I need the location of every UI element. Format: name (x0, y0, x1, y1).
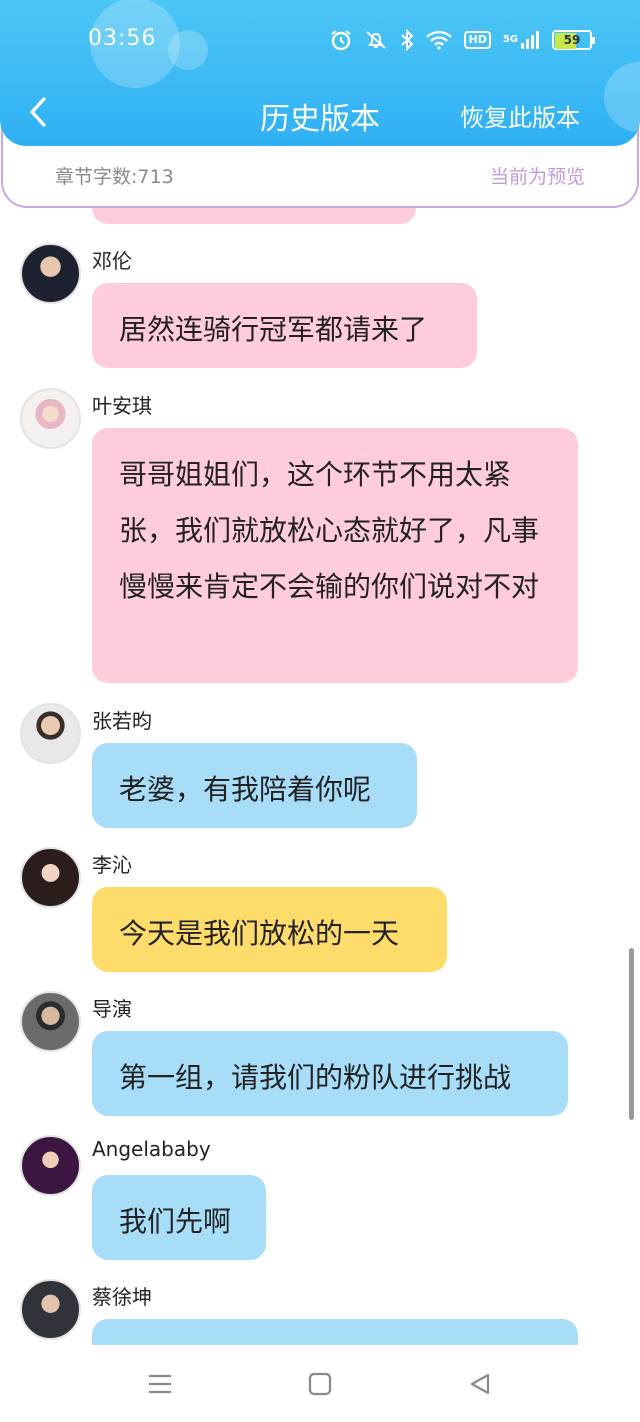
back-nav-button[interactable] (465, 1369, 495, 1399)
alarm-icon (330, 28, 352, 52)
word-count: 章节字数:713 (55, 166, 174, 188)
hd-icon: HD (464, 31, 491, 49)
battery-icon: 59 (552, 30, 595, 50)
message-text: 哥哥姐姐们，这个环节不用太紧张，我们就放松心态就好了，凡事慢慢来肯定不会输的你们… (119, 458, 540, 603)
status-icons: HD 5G 59 (330, 28, 595, 52)
network-type: 5G (502, 34, 518, 45)
preview-status: 当前为预览 (489, 166, 585, 188)
home-button[interactable] (305, 1369, 335, 1399)
message-text: 居然连骑行冠军都请来了 (119, 313, 428, 346)
restore-version-button[interactable]: 恢复此版本 (460, 98, 580, 133)
message-text: 第一组，请我们的粉队进行挑战 (119, 1061, 512, 1094)
message-bubble[interactable]: 老婆，有我陪着你呢 (92, 743, 417, 828)
avatar[interactable] (20, 1279, 81, 1340)
status-bar: 03:56 HD 5G 59 (0, 0, 640, 80)
scrollbar[interactable] (629, 948, 634, 1120)
sender-name: 李沁 (92, 853, 132, 877)
system-navigation-bar (0, 1345, 640, 1422)
sender-name: 叶安琪 (92, 394, 152, 418)
message-bubble[interactable]: 我们先啊 (92, 1175, 266, 1260)
app-header: 03:56 HD 5G 59 历史版本 恢复此版本 (0, 0, 640, 146)
battery-level: 59 (563, 33, 581, 47)
sender-name: 导演 (92, 997, 132, 1021)
status-time: 03:56 (88, 26, 157, 51)
nav-bar: 历史版本 恢复此版本 (0, 80, 640, 146)
sender-name: 张若昀 (92, 709, 152, 733)
message-text: 今天是我们放松的一天 (119, 917, 400, 950)
sender-name: 邓伦 (92, 249, 132, 273)
message-text: 我们先啊 (119, 1205, 232, 1238)
avatar[interactable] (20, 388, 81, 449)
sender-name: Angelababy (92, 1137, 211, 1161)
mute-icon (364, 28, 388, 52)
menu-button[interactable] (145, 1369, 175, 1399)
bluetooth-icon (400, 28, 414, 52)
home-icon (308, 1372, 332, 1396)
menu-icon (149, 1374, 171, 1394)
avatar[interactable] (20, 1135, 81, 1196)
signal-icon: 5G (503, 28, 540, 52)
avatar[interactable] (20, 847, 81, 908)
wifi-icon (426, 28, 453, 52)
message-bubble[interactable]: 第一组，请我们的粉队进行挑战 (92, 1031, 568, 1116)
sender-name: 蔡徐坤 (92, 1285, 152, 1309)
message-bubble[interactable]: 居然连骑行冠军都请来了 (92, 283, 477, 368)
back-triangle-icon (470, 1373, 490, 1395)
message-bubble[interactable]: 今天是我们放松的一天 (92, 887, 447, 972)
avatar[interactable] (20, 703, 81, 764)
message-bubble[interactable]: 哥哥姐姐们，这个环节不用太紧张，我们就放松心态就好了，凡事慢慢来肯定不会输的你们… (92, 428, 578, 683)
message-text: 老婆，有我陪着你呢 (119, 773, 372, 806)
avatar[interactable] (20, 243, 81, 304)
message-bubble[interactable] (92, 1319, 578, 1345)
avatar[interactable] (20, 991, 81, 1052)
